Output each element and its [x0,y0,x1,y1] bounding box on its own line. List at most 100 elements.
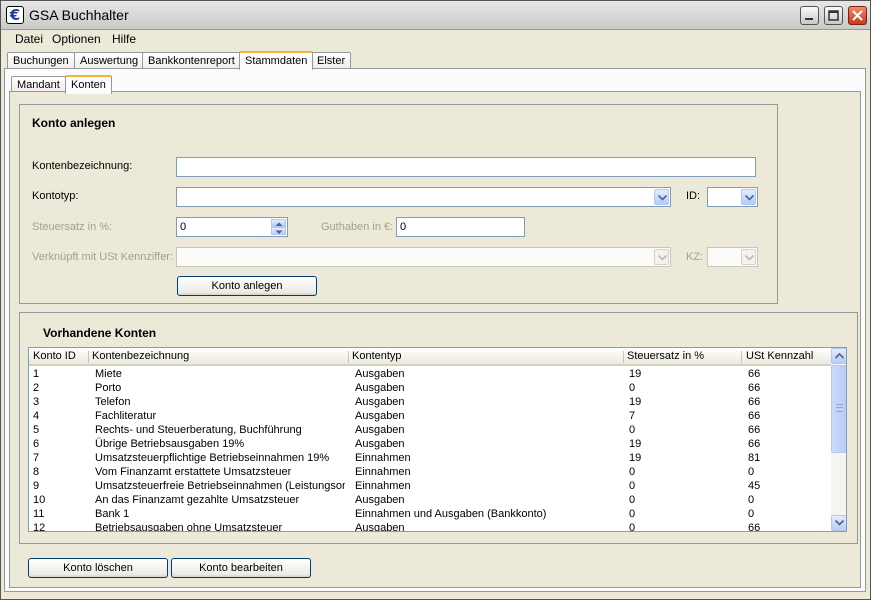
column-header-ust-kennzahl[interactable]: USt Kennzahl [746,350,813,362]
table-row[interactable]: 1 Miete Ausgaben 19 66 [29,367,831,381]
spin-up-button[interactable] [271,219,286,227]
cell-ust-kennzahl: 66 [748,522,761,532]
table-row[interactable]: 6 Übrige Betriebsausgaben 19% Ausgaben 19 66 [29,437,831,451]
column-header-konto-id[interactable]: Konto ID [33,350,76,362]
cell-steuersatz: 0 [629,382,636,394]
cell-ust-kennzahl: 45 [748,480,761,492]
cell-ust-kennzahl: 66 [748,424,761,436]
kennziffer-dropdown-button [654,249,669,265]
column-divider[interactable] [623,351,624,363]
maximize-button[interactable] [824,6,843,25]
kontenbezeichnung-input[interactable] [176,157,756,177]
table-row[interactable]: 8 Vom Finanzamt erstattete Umsatzsteuer Ei… [29,465,831,479]
cell-ust-kennzahl: 0 [748,494,755,506]
minimize-button[interactable] [800,6,819,25]
cell-konto-id: 10 [33,494,46,506]
steuersatz-spinner[interactable]: 0 [176,217,288,237]
column-header-steuersatz[interactable]: Steuersatz in % [627,350,704,362]
chevron-down-icon [658,195,667,201]
cell-konto-id: 12 [33,522,46,532]
kontotyp-select[interactable] [176,187,671,207]
cell-steuersatz: 0 [629,508,636,520]
table-row[interactable]: 7 Umsatzsteuerpflichtige Betriebseinnahme… [29,451,831,465]
spin-down-button[interactable] [271,227,286,235]
cell-konto-id: 3 [33,396,40,408]
chevron-down-icon [835,520,844,526]
cell-kontentyp: Ausgaben [355,368,405,380]
steuersatz-spin-buttons [271,219,286,235]
cell-ust-kennzahl: 66 [748,382,761,394]
cell-kontenbezeichnung: Bank 1 [95,508,130,520]
scroll-up-button[interactable] [831,348,846,364]
id-label: ID: [686,190,701,202]
cell-kontenbezeichnung: Porto [95,382,122,394]
app-euro-icon[interactable]: € [6,6,24,24]
kontenbezeichnung-label: Kontenbezeichnung: [32,160,133,172]
table-row[interactable]: 3 Telefon Ausgaben 19 66 [29,395,831,409]
column-header-kontenbezeichnung[interactable]: Kontenbezeichnung [92,350,189,362]
column-divider[interactable] [88,351,89,363]
kz-select [707,247,758,267]
chevron-down-icon [745,255,754,261]
kennziffer-select [176,247,671,267]
cell-ust-kennzahl: 66 [748,368,761,380]
cell-kontentyp: Einnahmen [355,452,411,464]
cell-konto-id: 1 [33,368,40,380]
cell-konto-id: 11 [33,508,45,520]
id-select[interactable] [707,187,758,207]
cell-kontenbezeichnung: Telefon [95,396,131,408]
menu-datei[interactable]: Datei [15,32,43,46]
table-row[interactable]: 2 Porto Ausgaben 0 66 [29,381,831,395]
konto-loeschen-button[interactable]: Konto löschen [28,558,168,578]
column-header-kontentyp[interactable]: Kontentyp [352,350,402,362]
cell-steuersatz: 0 [629,494,636,506]
guthaben-input[interactable]: 0 [396,217,525,237]
grip-icon [836,404,843,412]
table-row[interactable]: 9 Umsatzsteuerfreie Betriebseinnahmen (Le… [29,479,831,493]
cell-steuersatz: 0 [629,480,636,492]
cell-kontentyp: Ausgaben [355,382,405,394]
tab-konten[interactable]: Konten [65,75,112,94]
vorhandene-konten-title: Vorhandene Konten [43,326,157,340]
table-row[interactable]: 11 Bank 1 Einnahmen und Ausgaben (Bankkont… [29,507,831,521]
cell-konto-id: 7 [33,452,40,464]
scroll-thumb[interactable] [831,365,846,453]
cell-steuersatz: 19 [629,438,642,450]
cell-kontentyp: Ausgaben [355,424,405,436]
table-row[interactable]: 12 Betriebsausgaben ohne Umsatzsteuer Ausg… [29,521,831,532]
scroll-down-button[interactable] [831,515,846,531]
minimize-icon [805,18,813,20]
table-scrollbar[interactable] [831,348,846,531]
tab-stammdaten[interactable]: Stammdaten [239,51,314,70]
konto-bearbeiten-button[interactable]: Konto bearbeiten [171,558,311,578]
cell-kontentyp: Ausgaben [355,396,405,408]
menu-hilfe[interactable]: Hilfe [112,32,136,46]
kontotyp-dropdown-button[interactable] [654,189,669,205]
cell-steuersatz: 0 [629,466,636,478]
column-divider[interactable] [348,351,349,363]
chevron-down-icon [275,230,283,234]
cell-kontentyp: Ausgaben [355,522,405,532]
table-row[interactable]: 5 Rechts- und Steuerberatung, Buchführung… [29,423,831,437]
cell-kontenbezeichnung: Miete [95,368,122,380]
konten-table[interactable]: Konto ID Kontenbezeichnung Kontentyp Ste… [28,347,847,532]
id-dropdown-button[interactable] [741,189,756,205]
cell-kontentyp: Einnahmen [355,466,411,478]
cell-kontentyp: Einnahmen und Ausgaben (Bankkonto) [355,508,547,520]
column-divider[interactable] [741,351,742,363]
chevron-down-icon [658,255,667,261]
steuersatz-label: Steuersatz in %: [32,221,113,233]
menu-optionen[interactable]: Optionen [52,32,101,46]
table-body: 1 Miete Ausgaben 19 66 2 Porto Ausgaben 0 66 3 Tele… [29,367,831,532]
cell-kontenbezeichnung: An das Finanzamt gezahlte Umsatzsteuer [95,494,300,506]
cell-konto-id: 2 [33,382,40,394]
close-button[interactable] [848,6,867,25]
cell-konto-id: 4 [33,410,40,422]
cell-kontenbezeichnung: Vom Finanzamt erstattete Umsatzsteuer [95,466,292,478]
table-row[interactable]: 10 An das Finanzamt gezahlte Umsatzsteuer… [29,493,831,507]
cell-steuersatz: 7 [629,410,636,422]
steuersatz-value: 0 [180,221,187,233]
cell-kontenbezeichnung: Fachliteratur [95,410,157,422]
table-row[interactable]: 4 Fachliteratur Ausgaben 7 66 [29,409,831,423]
konto-anlegen-button[interactable]: Konto anlegen [177,276,317,296]
